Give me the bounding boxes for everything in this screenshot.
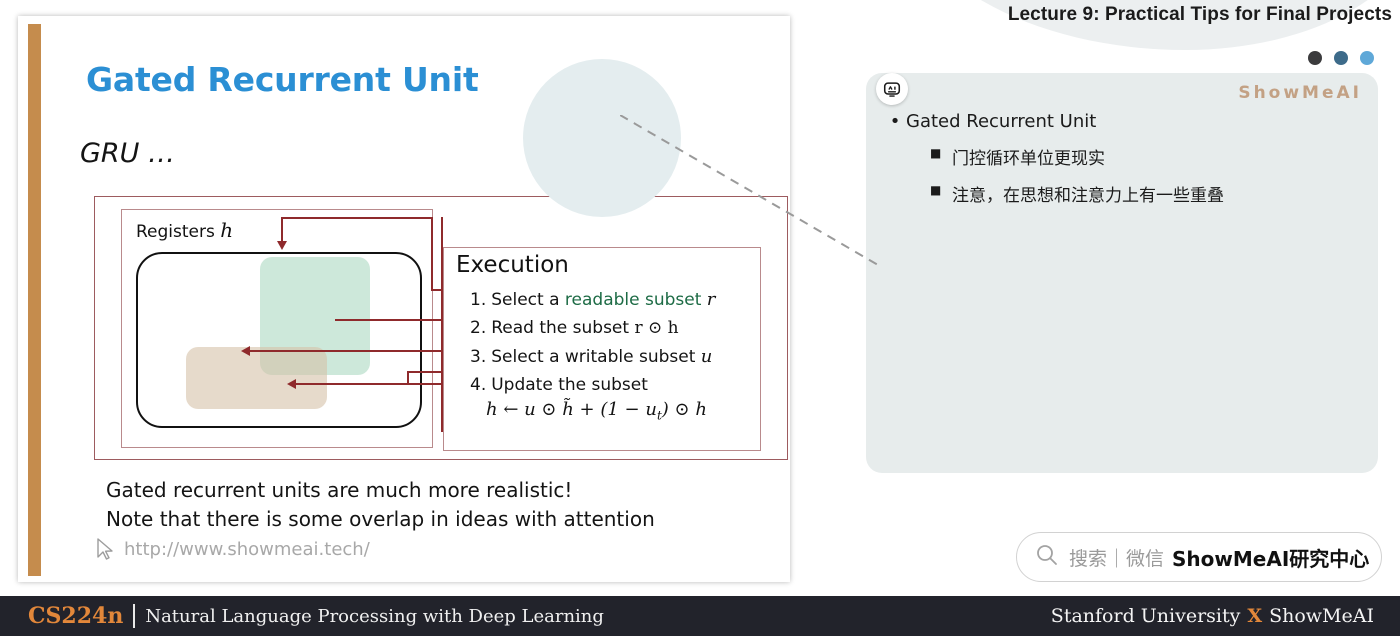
step-pre: Read the subset [491, 318, 635, 338]
panel-bullet-main-text: Gated Recurrent Unit [906, 111, 1097, 132]
formula-main: h ← u ⊙ h̃ + (1 − u [486, 399, 657, 420]
panel-bullet-sub: ■ 注意，在思想和注意力上有一些重叠 [930, 181, 1362, 206]
gru-diagram: Registers h Execution 1. Select a readab… [94, 196, 788, 460]
step-number: 1. [470, 290, 487, 310]
search-brand: ShowMeAI研究中心 [1172, 546, 1370, 571]
search-placeholder: 搜索｜微信 [1069, 547, 1165, 570]
page-root: Lecture 9: Practical Tips for Final Proj… [0, 0, 1400, 636]
execution-step: 1. Select a readable subset r [470, 289, 760, 310]
conn-right-vertical-1 [431, 218, 433, 290]
step-number: 2. [470, 318, 487, 338]
slide-subtitle: GRU … [80, 138, 176, 169]
slide-note-1: Gated recurrent units are much more real… [106, 478, 573, 502]
step-number: 3. [470, 347, 487, 367]
dot-dark-icon [1308, 51, 1322, 65]
slide-note-2: Note that there is some overlap in ideas… [106, 507, 655, 531]
formula-end: ) ⊙ h [661, 399, 707, 420]
slide-container[interactable]: Gated Recurrent Unit GRU … Registers h E… [18, 16, 790, 582]
conn-step4-arrowhead [287, 379, 296, 389]
footer-right: Stanford University X ShowMeAI [1051, 596, 1374, 636]
step-number: 4. [470, 375, 487, 395]
step-symbol: r ⊙ h [634, 318, 679, 338]
footer-university: Stanford University [1050, 605, 1241, 627]
conn-step4-riser [407, 371, 409, 385]
execution-step-list: 1. Select a readable subset r 2. Read the … [470, 289, 760, 423]
robot-face-glyph [883, 82, 901, 97]
step-pre: Update the subset [491, 375, 648, 395]
dot-steel-icon [1334, 51, 1348, 65]
registers-rounded-frame [136, 252, 422, 428]
robot-face-icon[interactable] [876, 73, 908, 105]
search-icon [1035, 543, 1059, 572]
step-symbol: r [706, 289, 716, 310]
footer-brand: ShowMeAI [1269, 605, 1374, 627]
step-symbol: u [700, 346, 713, 367]
panel-bullet-sub-text: 注意，在思想和注意力上有一些重叠 [952, 186, 1224, 206]
dot-light-icon [1360, 51, 1374, 65]
slide-title: Gated Recurrent Unit [86, 60, 479, 99]
execution-step: 4. Update the subset [470, 375, 760, 395]
bullet-square-icon: ■ [930, 146, 942, 160]
step-highlight: readable subset [564, 290, 702, 310]
conn-top-arrowhead [277, 241, 287, 250]
panel-bullet-sub: ■ 门控循环单位更现实 [930, 144, 1362, 169]
header-dots [1308, 51, 1374, 65]
writable-subset-block [186, 347, 327, 409]
bullet-square-icon: ■ [930, 183, 942, 197]
slide-url-row[interactable]: http://www.showmeai.tech/ [94, 537, 370, 561]
conn-to-step3 [247, 350, 457, 352]
conn-to-step2 [335, 319, 457, 321]
execution-title: Execution [456, 252, 569, 278]
footer-divider [133, 604, 136, 628]
footer-course-name: Natural Language Processing with Deep Le… [145, 605, 604, 627]
registers-symbol: h [220, 218, 234, 242]
bullet-dot-icon: • [889, 111, 901, 132]
panel-watermark: ShowMeAI [1238, 83, 1362, 103]
cursor-pointer-icon [97, 538, 113, 560]
registers-label-text: Registers [136, 222, 215, 242]
summary-panel: ShowMeAI • Gated Recurrent Unit ■ 门控循环单位… [866, 73, 1378, 473]
conn-top-horizontal [281, 217, 433, 219]
panel-bullet-main: • Gated Recurrent Unit [884, 111, 1362, 132]
slide-accent-bar [28, 24, 41, 576]
conn-to-step4 [293, 383, 457, 385]
lecture-title: Lecture 9: Practical Tips for Final Proj… [1007, 4, 1392, 25]
decorative-circle [523, 59, 681, 217]
panel-bullet-sub-text: 门控循环单位更现实 [952, 149, 1105, 169]
registers-label: Registers h [136, 218, 233, 242]
panel-content: • Gated Recurrent Unit ■ 门控循环单位更现实 ■ 注意，… [884, 111, 1362, 218]
update-formula: h ← u ⊙ h̃ + (1 − ut) ⊙ h [486, 399, 760, 423]
step-pre: Select a writable subset [491, 347, 701, 367]
footer-bar: CS224n Natural Language Processing with … [0, 596, 1400, 636]
execution-box: Execution 1. Select a readable subset r 2… [443, 247, 761, 451]
slide-content: Gated Recurrent Unit GRU … Registers h E… [58, 16, 790, 582]
step-pre: Select a [491, 290, 565, 310]
execution-step: 2. Read the subset r ⊙ h [470, 318, 760, 338]
execution-step: 3. Select a writable subset u [470, 346, 760, 367]
conn-step3-arrowhead [241, 346, 250, 356]
footer-left: CS224n Natural Language Processing with … [28, 596, 604, 636]
slide-url[interactable]: http://www.showmeai.tech/ [124, 539, 370, 560]
search-bar[interactable]: 搜索｜微信 ShowMeAI研究中心 [1016, 532, 1382, 582]
footer-course-code: CS224n [28, 603, 124, 629]
footer-x-separator: X [1247, 605, 1263, 627]
